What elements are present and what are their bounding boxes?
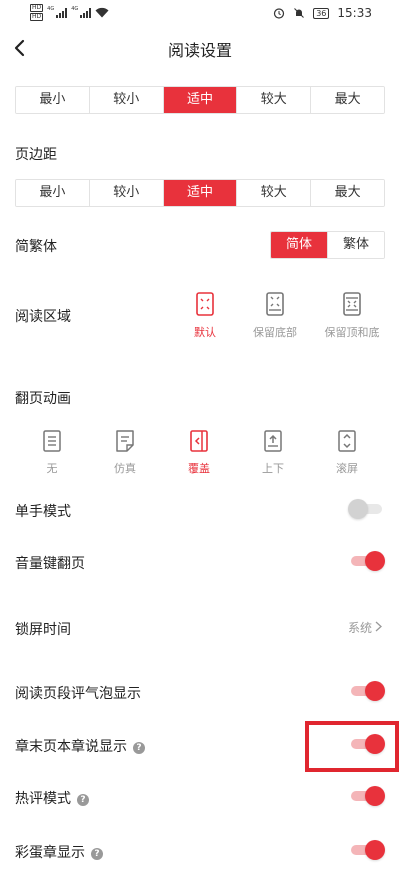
hot-comment-label: 热评模式? [15,788,89,808]
option-caption: 默认 [194,326,216,339]
help-icon[interactable]: ? [133,742,145,754]
margin-selector: 最小 较小 适中 较大 最大 [15,179,385,207]
option-caption: 上下 [262,462,284,475]
network-type: 4G [71,5,79,12]
page-title: 阅读设置 [167,41,232,60]
option-caption: 保留底部 [253,326,297,339]
scroll-page-icon [338,430,356,452]
lock-time-value-text: 系统 [347,621,372,635]
one-hand-mode-toggle[interactable] [348,498,382,520]
script-option-traditional[interactable]: 繁体 [328,232,384,258]
chapter-comment-label-text: 章末页本章说显示 [15,739,127,755]
margin-option-large[interactable]: 较大 [237,180,312,206]
easter-egg-toggle[interactable] [351,839,385,861]
reading-area-label: 阅读区域 [15,309,71,325]
chapter-comment-toggle[interactable] [351,733,385,755]
chapter-comment-label: 章末页本章说显示? [15,736,145,756]
margin-option-small[interactable]: 较小 [89,180,164,206]
help-icon[interactable]: ? [77,794,89,806]
page-turn-option-none[interactable]: 无 [27,430,77,476]
easter-egg-label-text: 彩蛋章显示 [15,845,85,861]
phone-frame-icon [343,292,361,316]
page-turn-option-scroll[interactable]: 滚屏 [322,430,372,476]
mute-bell-icon [294,8,305,18]
option-caption: 保留顶和底 [324,326,380,339]
font-size-option-medium[interactable]: 适中 [163,87,238,113]
paragraph-bubble-toggle[interactable] [351,680,385,702]
phone-frame-icon [266,292,284,316]
help-icon[interactable]: ? [91,848,103,860]
lock-time-value[interactable]: 系统 [348,619,382,636]
hd-badge: HD [30,13,44,21]
status-bar: HD HD 4G 4G 36 15:33 [0,0,400,28]
volume-key-turn-label: 音量键翻页 [15,556,85,572]
alarm-icon [274,8,285,19]
reading-area-option-keep-bottom[interactable]: 保留底部 [245,292,305,340]
lock-time-label: 锁屏时间 [15,622,71,638]
page-turn-option-cover[interactable]: 覆盖 [174,430,224,476]
page-header: 阅读设置 [0,30,400,66]
clock: 15:33 [337,6,372,20]
option-caption: 无 [46,462,58,475]
option-caption: 滚屏 [336,462,358,475]
margin-option-min[interactable]: 最小 [16,180,90,206]
status-right: 36 15:33 [273,6,372,20]
chevron-right-icon [375,621,382,632]
margin-label: 页边距 [15,147,57,163]
one-hand-mode-label: 单手模式 [15,504,71,520]
document-icon [43,430,61,452]
page-curl-icon [116,430,134,452]
script-selector: 简体 繁体 [270,231,385,259]
hot-comment-toggle[interactable] [351,785,385,807]
option-caption: 覆盖 [188,462,210,475]
page-turn-label: 翻页动画 [15,391,71,407]
hot-comment-label-text: 热评模式 [15,791,71,807]
hd-badge: HD [30,4,44,12]
page-turn-option-updown[interactable]: 上下 [248,430,298,476]
phone-frame-icon [196,292,214,316]
battery-icon: 36 [313,7,330,19]
signal-icon [56,7,68,18]
font-size-option-max[interactable]: 最大 [311,87,384,113]
reading-area-option-default[interactable]: 默认 [180,292,230,340]
paragraph-bubble-label: 阅读页段评气泡显示 [15,686,141,702]
font-size-option-small[interactable]: 较小 [89,87,164,113]
cover-page-icon [190,430,208,452]
wifi-icon [95,7,109,18]
status-left: HD HD 4G 4G [30,4,109,21]
margin-option-max[interactable]: 最大 [311,180,384,206]
font-size-selector: 最小 较小 适中 较大 最大 [15,86,385,114]
script-option-simplified[interactable]: 简体 [271,232,328,258]
font-size-option-min[interactable]: 最小 [16,87,90,113]
signal-icon [80,7,92,18]
script-label: 简繁体 [15,239,57,255]
font-size-option-large[interactable]: 较大 [237,87,312,113]
reading-area-option-keep-top-bottom[interactable]: 保留顶和底 [318,292,386,340]
option-caption: 仿真 [114,462,136,475]
network-type: 4G [47,5,55,12]
volume-key-turn-toggle[interactable] [351,550,385,572]
easter-egg-label: 彩蛋章显示? [15,842,103,862]
page-turn-option-simulate[interactable]: 仿真 [100,430,150,476]
upload-page-icon [264,430,282,452]
margin-option-medium[interactable]: 适中 [163,180,238,206]
